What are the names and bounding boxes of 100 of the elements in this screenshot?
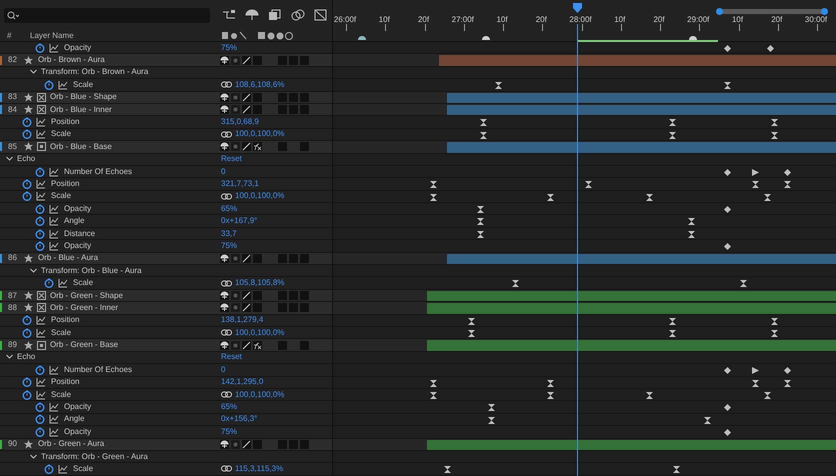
reset-link[interactable]: Reset — [221, 351, 242, 364]
switch-box[interactable] — [289, 254, 298, 263]
playhead-handle[interactable] — [573, 3, 582, 13]
property-value[interactable]: 100,0,100,0% — [235, 388, 284, 401]
graph-icon[interactable] — [49, 426, 59, 437]
marker-icon[interactable] — [689, 34, 697, 40]
stopwatch-icon[interactable] — [35, 42, 45, 53]
stopwatch-icon[interactable] — [35, 204, 45, 214]
keyframe-icon[interactable] — [512, 280, 519, 288]
quality-switch-icon[interactable] — [242, 92, 251, 102]
switch-box[interactable] — [253, 56, 262, 65]
switch-box[interactable] — [253, 291, 262, 300]
sun-switch-icon[interactable] — [231, 254, 240, 263]
sun-switch-icon[interactable] — [231, 440, 240, 449]
property-value[interactable]: 100,0,100,0% — [235, 326, 284, 339]
switch-box[interactable] — [253, 92, 262, 102]
chevron-down-icon[interactable] — [6, 354, 13, 360]
stopwatch-icon[interactable] — [22, 377, 32, 388]
stopwatch-icon[interactable] — [22, 390, 32, 400]
stopwatch-icon[interactable] — [35, 364, 45, 375]
stopwatch-icon[interactable] — [35, 166, 45, 177]
graph-icon[interactable] — [36, 117, 46, 128]
sun-switch-icon[interactable] — [231, 92, 240, 102]
quality-switch-icon[interactable] — [242, 303, 251, 312]
graph-icon[interactable] — [49, 166, 59, 177]
graph-icon[interactable] — [58, 278, 68, 288]
keyframe-icon[interactable] — [673, 466, 680, 474]
property-value[interactable]: 142,1,295,0 — [221, 376, 264, 388]
stopwatch-icon[interactable] — [35, 228, 45, 239]
shy-switch-icon[interactable] — [220, 142, 229, 152]
property-value[interactable]: 65% — [221, 401, 238, 414]
property-value[interactable]: 33,7 — [221, 228, 237, 240]
shy-switch-icon[interactable] — [220, 105, 229, 114]
keyframe-icon[interactable] — [724, 404, 731, 412]
switch-box[interactable] — [300, 440, 309, 449]
keyframe-icon[interactable] — [704, 416, 711, 424]
graph-icon[interactable] — [36, 178, 46, 189]
sun-switch-icon[interactable] — [231, 340, 240, 350]
switch-box[interactable] — [278, 440, 287, 449]
switch-box[interactable] — [253, 440, 262, 449]
switch-box[interactable] — [300, 291, 309, 300]
marker-icon[interactable] — [482, 34, 490, 40]
stopwatch-icon[interactable] — [22, 328, 32, 338]
switch-box[interactable] — [278, 56, 287, 65]
stopwatch-icon[interactable] — [22, 129, 32, 140]
graph-icon[interactable] — [49, 414, 59, 424]
stopwatch-icon[interactable] — [44, 464, 54, 474]
stopwatch-icon[interactable] — [35, 414, 45, 424]
layer-name[interactable]: Orb - Blue - Aura — [38, 252, 98, 264]
graph-icon[interactable] — [49, 42, 59, 53]
quality-switch-icon[interactable] — [242, 56, 251, 65]
switch-box[interactable] — [289, 440, 298, 449]
switch-box[interactable] — [289, 291, 298, 300]
switch-box[interactable] — [253, 254, 262, 263]
switch-box[interactable] — [278, 291, 287, 300]
graph-icon[interactable] — [49, 240, 59, 251]
umbrella-icon[interactable] — [245, 9, 259, 21]
property-value[interactable]: 0x+156,3° — [221, 413, 258, 426]
property-value[interactable]: 108,6,108,6% — [235, 78, 284, 91]
layer-name[interactable]: Orb - Green - Shape — [50, 290, 123, 302]
marker-icon[interactable] — [358, 34, 366, 40]
keyframe-icon[interactable] — [444, 466, 451, 474]
switch-box[interactable] — [289, 92, 298, 102]
chain-link-icon[interactable] — [221, 280, 232, 287]
shy-switch-icon[interactable] — [220, 254, 229, 263]
switch-box[interactable] — [300, 254, 309, 263]
sun-switch-icon[interactable] — [231, 105, 240, 114]
chain-link-icon[interactable] — [221, 329, 232, 336]
property-value[interactable]: 0x+167,9° — [221, 215, 258, 228]
switch-box[interactable] — [300, 340, 309, 350]
switch-box[interactable] — [289, 303, 298, 312]
switch-box[interactable] — [289, 105, 298, 114]
stopwatch-icon[interactable] — [22, 191, 32, 202]
keyframe-icon[interactable] — [767, 45, 774, 52]
layer-name[interactable]: Orb - Green - Inner — [50, 302, 118, 314]
keyframe-icon[interactable] — [585, 181, 592, 188]
shy-switch-icon[interactable] — [220, 56, 229, 65]
graph-icon[interactable] — [49, 364, 59, 375]
stacked-frames-icon[interactable] — [268, 9, 282, 21]
stopwatch-icon[interactable] — [22, 178, 32, 189]
stopwatch-icon[interactable] — [22, 117, 32, 128]
keyframe-icon[interactable] — [724, 168, 731, 176]
property-value[interactable]: 75% — [221, 426, 238, 438]
shy-switch-icon[interactable] — [220, 303, 229, 312]
graph-icon[interactable] — [49, 402, 59, 412]
property-value[interactable]: 321,7,73,1 — [221, 178, 259, 190]
sun-switch-icon[interactable] — [231, 142, 240, 152]
switch-box[interactable] — [278, 303, 287, 312]
property-value[interactable]: 75% — [221, 240, 238, 252]
flowchart-icon[interactable] — [222, 9, 236, 21]
keyframe-icon[interactable] — [646, 194, 653, 201]
keyframe-icon[interactable] — [547, 194, 554, 201]
quality-switch-icon[interactable] — [242, 105, 251, 114]
graph-icon[interactable] — [49, 228, 59, 239]
graph-icon[interactable] — [58, 464, 68, 474]
sun-switch-icon[interactable] — [231, 303, 240, 312]
search-field[interactable] — [4, 8, 210, 22]
property-value[interactable]: 100,0,100,0% — [235, 190, 284, 202]
graph-icon[interactable] — [36, 328, 46, 338]
switch-box[interactable] — [289, 56, 298, 65]
